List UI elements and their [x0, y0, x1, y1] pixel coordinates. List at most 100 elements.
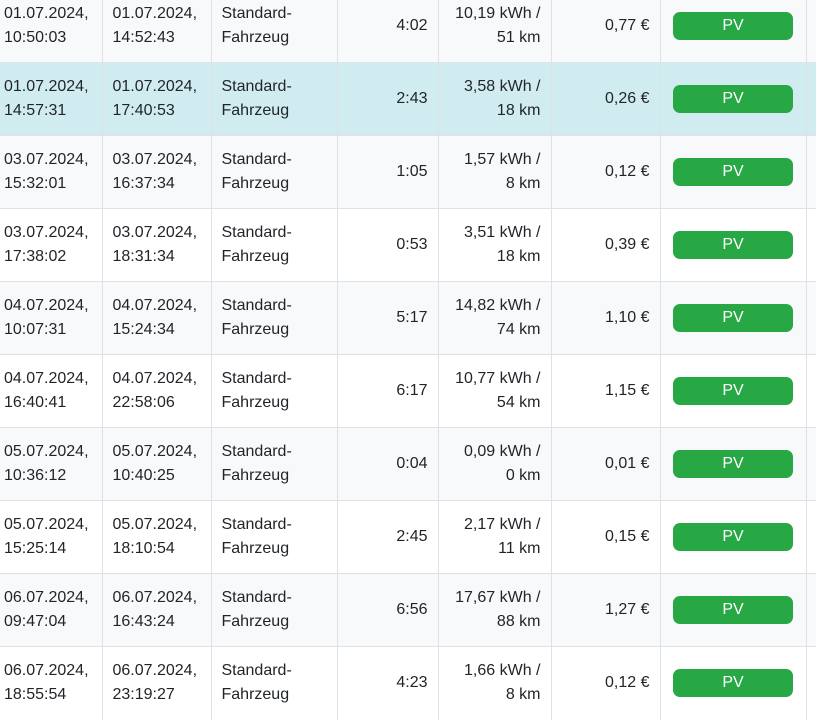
vehicle-cell: Standard- Fahrzeug: [210, 573, 337, 647]
actions-cell: [805, 573, 816, 647]
pv-source-badge[interactable]: PV: [673, 523, 793, 551]
cost-cell: 1,27 €: [550, 573, 660, 647]
duration-cell: 0:53: [336, 208, 438, 282]
start-cell: 05.07.2024, 10:36:12: [0, 427, 102, 501]
end-time: 22:58:06: [112, 394, 175, 411]
start-cell: 03.07.2024, 17:38:02: [0, 208, 102, 282]
end-cell: 04.07.2024, 22:58:06: [101, 354, 211, 428]
energy-value: 0,09 kWh /: [464, 443, 541, 460]
pv-source-badge[interactable]: PV: [673, 669, 793, 698]
end-date: 04.07.2024,: [112, 370, 198, 387]
vehicle-name-line1: Standard-: [221, 443, 292, 460]
end-time: 16:43:24: [112, 613, 175, 630]
end-date: 06.07.2024,: [112, 662, 198, 680]
duration-value: 4:02: [396, 17, 428, 34]
session-row[interactable]: 01.07.2024, 14:57:31 01.07.2024, 17:40:5…: [0, 62, 816, 136]
energy-cell: 1,66 kWh / 8 km: [437, 646, 551, 720]
cost-value: 0,12 €: [605, 674, 650, 692]
vehicle-cell: Standard- Fahrzeug: [210, 0, 337, 63]
actions-cell: [805, 646, 816, 720]
cost-value: 0,15 €: [605, 528, 650, 545]
duration-cell: 2:43: [336, 62, 438, 136]
duration-value: 1:05: [396, 163, 428, 180]
pv-source-badge[interactable]: PV: [673, 377, 793, 405]
cost-cell: 0,15 €: [550, 500, 660, 574]
vehicle-name-line2: Fahrzeug: [221, 394, 290, 411]
pv-source-badge[interactable]: PV: [673, 158, 793, 186]
end-date: 01.07.2024,: [112, 5, 198, 22]
start-cell: 04.07.2024, 10:07:31: [0, 281, 102, 355]
energy-value: 17,67 kWh /: [455, 589, 541, 606]
actions-cell: [805, 427, 816, 501]
pv-source-badge[interactable]: PV: [673, 596, 793, 624]
cost-cell: 0,12 €: [550, 646, 660, 720]
session-row[interactable]: 01.07.2024, 10:50:03 01.07.2024, 14:52:4…: [0, 0, 816, 63]
vehicle-name-line2: Fahrzeug: [221, 102, 290, 119]
start-time: 15:25:14: [4, 540, 67, 557]
energy-cell: 0,09 kWh / 0 km: [437, 427, 551, 501]
session-row[interactable]: 03.07.2024, 17:38:02 03.07.2024, 18:31:3…: [0, 208, 816, 282]
session-row[interactable]: 06.07.2024, 09:47:04 06.07.2024, 16:43:2…: [0, 573, 816, 647]
duration-cell: 4:23: [336, 646, 438, 720]
distance-value: 18 km: [496, 102, 541, 119]
start-time: 10:07:31: [4, 321, 67, 338]
end-date: 03.07.2024,: [112, 224, 198, 241]
start-cell: 01.07.2024, 10:50:03: [0, 0, 102, 63]
pv-source-badge[interactable]: PV: [673, 12, 793, 40]
vehicle-cell: Standard- Fahrzeug: [210, 62, 337, 136]
duration-cell: 5:17: [336, 281, 438, 355]
pv-source-badge[interactable]: PV: [673, 231, 793, 259]
pv-source-badge[interactable]: PV: [673, 85, 793, 113]
distance-value: 51 km: [496, 29, 541, 46]
session-row[interactable]: 04.07.2024, 16:40:41 04.07.2024, 22:58:0…: [0, 354, 816, 428]
vehicle-cell: Standard- Fahrzeug: [210, 281, 337, 355]
session-row[interactable]: 05.07.2024, 10:36:12 05.07.2024, 10:40:2…: [0, 427, 816, 501]
pv-source-badge[interactable]: PV: [673, 450, 793, 478]
vehicle-cell: Standard- Fahrzeug: [210, 427, 337, 501]
vehicle-name-line2: Fahrzeug: [221, 540, 290, 557]
duration-cell: 1:05: [336, 135, 438, 209]
session-row[interactable]: 05.07.2024, 15:25:14 05.07.2024, 18:10:5…: [0, 500, 816, 574]
duration-value: 0:04: [396, 455, 428, 472]
end-date: 04.07.2024,: [112, 297, 198, 314]
end-cell: 05.07.2024, 10:40:25: [101, 427, 211, 501]
energy-value: 10,19 kWh /: [455, 5, 541, 22]
duration-value: 6:56: [396, 601, 428, 618]
session-row[interactable]: 03.07.2024, 15:32:01 03.07.2024, 16:37:3…: [0, 135, 816, 209]
energy-cell: 3,51 kWh / 18 km: [437, 208, 551, 282]
pv-source-badge[interactable]: PV: [673, 304, 793, 332]
cost-cell: 0,01 €: [550, 427, 660, 501]
session-row[interactable]: 04.07.2024, 10:07:31 04.07.2024, 15:24:3…: [0, 281, 816, 355]
session-row[interactable]: 06.07.2024, 18:55:54 06.07.2024, 23:19:2…: [0, 646, 816, 720]
duration-value: 2:43: [396, 90, 428, 107]
source-cell: PV: [659, 354, 806, 428]
start-cell: 05.07.2024, 15:25:14: [0, 500, 102, 574]
end-cell: 01.07.2024, 17:40:53: [101, 62, 211, 136]
cost-cell: 1,15 €: [550, 354, 660, 428]
start-cell: 01.07.2024, 14:57:31: [0, 62, 102, 136]
actions-cell: [805, 500, 816, 574]
start-time: 14:57:31: [4, 102, 67, 119]
cost-value: 0,01 €: [605, 455, 650, 472]
duration-value: 2:45: [396, 528, 428, 545]
distance-value: 74 km: [496, 321, 541, 338]
start-time: 10:50:03: [4, 29, 67, 46]
end-cell: 06.07.2024, 16:43:24: [101, 573, 211, 647]
cost-value: 0,26 €: [605, 90, 650, 107]
start-date: 03.07.2024,: [4, 224, 89, 241]
start-time: 18:55:54: [4, 686, 67, 704]
vehicle-name-line1: Standard-: [221, 516, 292, 533]
source-cell: PV: [659, 281, 806, 355]
end-cell: 03.07.2024, 18:31:34: [101, 208, 211, 282]
source-cell: PV: [659, 500, 806, 574]
start-time: 10:36:12: [4, 467, 67, 484]
vehicle-name-line1: Standard-: [221, 297, 292, 314]
end-time: 15:24:34: [112, 321, 175, 338]
start-date: 05.07.2024,: [4, 516, 89, 533]
end-time: 16:37:34: [112, 175, 175, 192]
duration-cell: 0:04: [336, 427, 438, 501]
vehicle-name-line2: Fahrzeug: [221, 467, 290, 484]
distance-value: 11 km: [498, 540, 541, 557]
charging-sessions-table: 01.07.2024, 10:50:03 01.07.2024, 14:52:4…: [0, 0, 816, 720]
end-date: 01.07.2024,: [112, 78, 198, 95]
